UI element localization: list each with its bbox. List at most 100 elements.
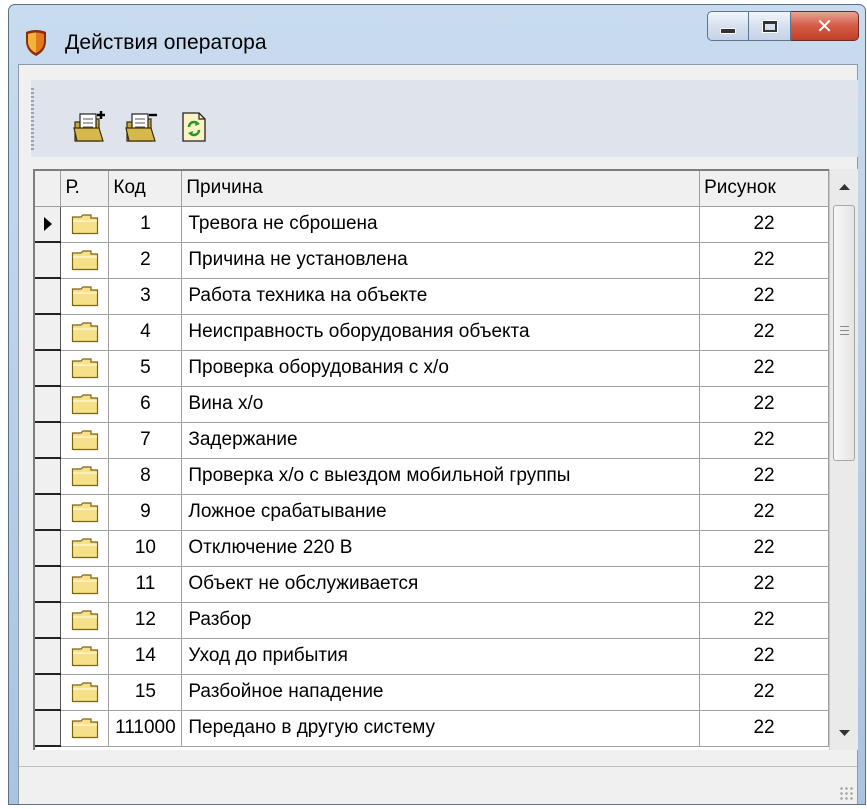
row-indicator[interactable] [35,674,62,711]
row-folder-cell [60,386,110,423]
code-cell: 8 [108,458,183,495]
client-area: Р. Код Причина Рисунок 1 Тревога не сброш… [18,64,858,804]
scroll-up-arrow-icon [838,183,850,190]
toolbar-grip[interactable] [31,88,34,150]
row-indicator[interactable] [35,206,62,243]
table-row[interactable]: 15 Разбойное нападение 22 [35,674,829,711]
reasons-grid[interactable]: Р. Код Причина Рисунок 1 Тревога не сброш… [33,169,829,750]
reason-cell: Тревога не сброшена [181,206,701,243]
add-document-icon [73,111,105,142]
column-header-reason[interactable]: Причина [181,171,701,207]
scroll-down-arrow-icon [838,729,850,736]
toolbar [31,80,858,157]
vertical-scrollbar[interactable] [829,169,858,750]
row-indicator[interactable] [35,710,62,747]
grid-body: 1 Тревога не сброшена 22 2 Причина не устано… [35,206,829,747]
shield-app-icon [26,30,46,56]
row-folder-cell [60,314,110,351]
code-cell: 1 [108,206,183,243]
minimize-button[interactable] [707,11,749,41]
title-bar[interactable]: Действия оператора ✕ [9,5,865,69]
maximize-button[interactable] [749,11,791,41]
scroll-up-button[interactable] [830,169,858,203]
row-indicator[interactable] [35,530,62,567]
folder-icon [71,214,99,235]
table-row[interactable]: 8 Проверка х/о с выездом мобильной группы… [35,458,829,495]
code-cell: 111000 [108,710,183,747]
caption-buttons: ✕ [707,11,859,43]
maximize-icon [761,19,778,33]
refresh-button[interactable] [175,108,213,146]
folder-icon [71,394,99,415]
code-cell: 9 [108,494,183,531]
table-row[interactable]: 10 Отключение 220 В 22 [35,530,829,567]
status-bar [19,766,857,804]
table-row[interactable]: 2 Причина не установлена 22 [35,242,829,279]
table-row[interactable]: 5 Проверка оборудования с х/о 22 [35,350,829,387]
folder-icon [71,610,99,631]
row-indicator[interactable] [35,386,62,423]
row-indicator[interactable] [35,494,62,531]
table-row[interactable]: 7 Задержание 22 [35,422,829,459]
table-row[interactable]: 111000 Передано в другую систему 22 [35,710,829,747]
row-indicator[interactable] [35,350,62,387]
code-cell: 11 [108,566,183,603]
row-folder-cell [60,422,110,459]
reason-cell: Работа техника на объекте [181,278,701,315]
table-row[interactable]: 11 Объект не обслуживается 22 [35,566,829,603]
picture-cell: 22 [699,566,829,603]
table-row[interactable]: 1 Тревога не сброшена 22 [35,206,829,243]
table-row[interactable]: 14 Уход до прибытия 22 [35,638,829,675]
reason-cell: Неисправность оборудования объекта [181,314,701,351]
minimize-icon [720,28,736,34]
row-indicator[interactable] [35,314,62,351]
row-indicator[interactable] [35,602,62,639]
row-indicator[interactable] [35,278,62,315]
close-button[interactable]: ✕ [791,11,859,41]
picture-cell: 22 [699,602,829,639]
row-indicator[interactable] [35,242,62,279]
folder-icon [71,466,99,487]
picture-cell: 22 [699,674,829,711]
resize-grip-icon[interactable] [839,786,853,800]
table-row[interactable]: 4 Неисправность оборудования объекта 22 [35,314,829,351]
column-header-code[interactable]: Код [108,171,183,207]
scrollbar-thumb[interactable] [833,205,855,461]
table-row[interactable]: 3 Работа техника на объекте 22 [35,278,829,315]
table-row[interactable]: 9 Ложное срабатывание 22 [35,494,829,531]
row-indicator[interactable] [35,638,62,675]
window-title: Действия оператора [65,31,267,54]
row-folder-cell [60,278,110,315]
picture-cell: 22 [699,494,829,531]
delete-record-button[interactable] [123,108,161,146]
table-row[interactable]: 6 Вина х/о 22 [35,386,829,423]
row-folder-cell [60,602,110,639]
folder-icon [71,502,99,523]
reason-cell: Разбор [181,602,701,639]
column-header-r[interactable]: Р. [60,171,110,207]
row-indicator[interactable] [35,458,62,495]
row-indicator[interactable] [35,566,62,603]
row-folder-cell [60,242,110,279]
row-folder-cell [60,566,110,603]
row-folder-cell [60,710,110,747]
picture-cell: 22 [699,530,829,567]
add-record-button[interactable] [71,108,109,146]
scroll-down-button[interactable] [830,716,858,750]
code-cell: 4 [108,314,183,351]
reason-cell: Задержание [181,422,701,459]
code-cell: 7 [108,422,183,459]
picture-cell: 22 [699,458,829,495]
reason-cell: Причина не установлена [181,242,701,279]
folder-icon [71,286,99,307]
folder-icon [71,358,99,379]
picture-cell: 22 [699,386,829,423]
folder-icon [71,718,99,739]
picture-cell: 22 [699,242,829,279]
row-folder-cell [60,674,110,711]
table-row[interactable]: 12 Разбор 22 [35,602,829,639]
picture-cell: 22 [699,206,829,243]
column-header-picture[interactable]: Рисунок [699,171,829,207]
folder-icon [71,538,99,559]
row-indicator[interactable] [35,422,62,459]
